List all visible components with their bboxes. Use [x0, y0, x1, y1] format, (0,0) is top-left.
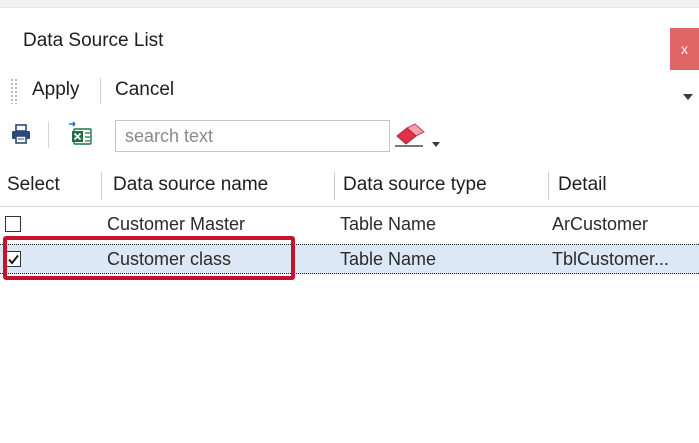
title-bar: Data Source List x: [0, 14, 699, 70]
apply-button[interactable]: Apply: [32, 79, 80, 101]
cell-data-source-name: Customer Master: [107, 214, 246, 234]
column-header-detail[interactable]: Detail: [558, 174, 607, 196]
eraser-dropdown-arrow-icon[interactable]: [432, 142, 440, 147]
data-source-grid: Select Data source name Data source type…: [0, 166, 699, 443]
window-title: Data Source List: [23, 30, 164, 51]
close-icon: x: [681, 41, 688, 57]
menu-grip-handle[interactable]: [10, 78, 18, 104]
column-divider[interactable]: [101, 172, 102, 200]
search-input[interactable]: [116, 121, 389, 151]
menu-bar: Apply Cancel: [0, 70, 699, 110]
column-header-name[interactable]: Data source name: [113, 174, 268, 196]
window-top-edge: [0, 0, 699, 8]
toolbar: [0, 112, 699, 156]
cell-data-source-type: Table Name: [340, 249, 437, 269]
column-divider[interactable]: [334, 172, 335, 200]
toolbar-separator: [48, 122, 49, 148]
annotation-highlight-box: [3, 236, 295, 280]
cell-data-source-type: Table Name: [340, 214, 437, 234]
cell-detail: ArCustomer: [552, 214, 649, 234]
cancel-button[interactable]: Cancel: [115, 79, 174, 101]
export-excel-icon[interactable]: [66, 120, 94, 148]
grid-header-row: Select Data source name Data source type…: [0, 166, 699, 207]
menu-separator: [100, 78, 101, 104]
cell-detail: TblCustomer...: [552, 249, 670, 269]
column-divider[interactable]: [548, 172, 549, 200]
column-header-select[interactable]: Select: [7, 174, 60, 196]
search-field[interactable]: [115, 120, 390, 152]
eraser-icon[interactable]: [393, 122, 427, 148]
print-icon[interactable]: [9, 122, 33, 146]
column-header-type[interactable]: Data source type: [343, 174, 487, 196]
close-button[interactable]: x: [670, 28, 699, 70]
row-select-checkbox[interactable]: [5, 216, 21, 232]
menu-overflow-dropdown-icon[interactable]: [683, 94, 693, 100]
